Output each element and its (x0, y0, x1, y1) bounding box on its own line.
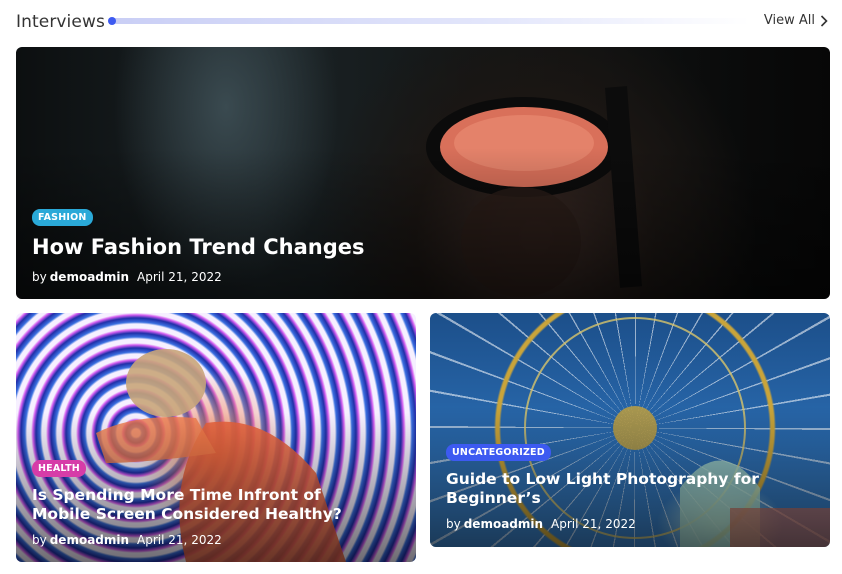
section-title: Interviews (16, 12, 105, 32)
post-card[interactable]: UNCATEGORIZED Guide to Low Light Photogr… (430, 313, 830, 547)
post-title[interactable]: How Fashion Trend Changes (32, 235, 365, 260)
post-meta: by demoadmin April 21, 2022 (32, 533, 377, 547)
post-card[interactable]: HEALTH Is Spending More Time Infront of … (16, 313, 416, 562)
category-badge[interactable]: FASHION (32, 209, 93, 226)
post-date: April 21, 2022 (137, 270, 222, 285)
title-divider-bar (110, 18, 750, 24)
by-label: by (32, 533, 47, 548)
post-date: April 21, 2022 (137, 533, 222, 548)
title-divider-dot (108, 17, 116, 25)
view-all-label: View All (763, 13, 815, 28)
post-info: UNCATEGORIZED Guide to Low Light Photogr… (446, 442, 766, 531)
post-card-featured[interactable]: FASHION How Fashion Trend Changes by demo… (16, 47, 830, 299)
post-info: HEALTH Is Spending More Time Infront of … (32, 458, 377, 547)
post-date: April 21, 2022 (551, 517, 636, 532)
post-title[interactable]: Is Spending More Time Infront of Mobile … (32, 486, 377, 523)
view-all-link[interactable]: View All (764, 13, 828, 28)
post-meta: by demoadmin April 21, 2022 (446, 517, 766, 531)
by-label: by (446, 517, 461, 532)
by-label: by (32, 270, 47, 285)
author-link[interactable]: demoadmin (464, 517, 543, 531)
author-link[interactable]: demoadmin (50, 533, 129, 547)
post-title[interactable]: Guide to Low Light Photography for Begin… (446, 470, 766, 507)
category-badge[interactable]: HEALTH (32, 460, 86, 477)
chevron-right-icon (820, 14, 828, 27)
author-link[interactable]: demoadmin (50, 270, 129, 284)
section-header: Interviews View All (16, 10, 828, 34)
category-badge[interactable]: UNCATEGORIZED (446, 444, 551, 461)
post-info: FASHION How Fashion Trend Changes by demo… (32, 207, 365, 284)
post-meta: by demoadmin April 21, 2022 (32, 270, 365, 284)
